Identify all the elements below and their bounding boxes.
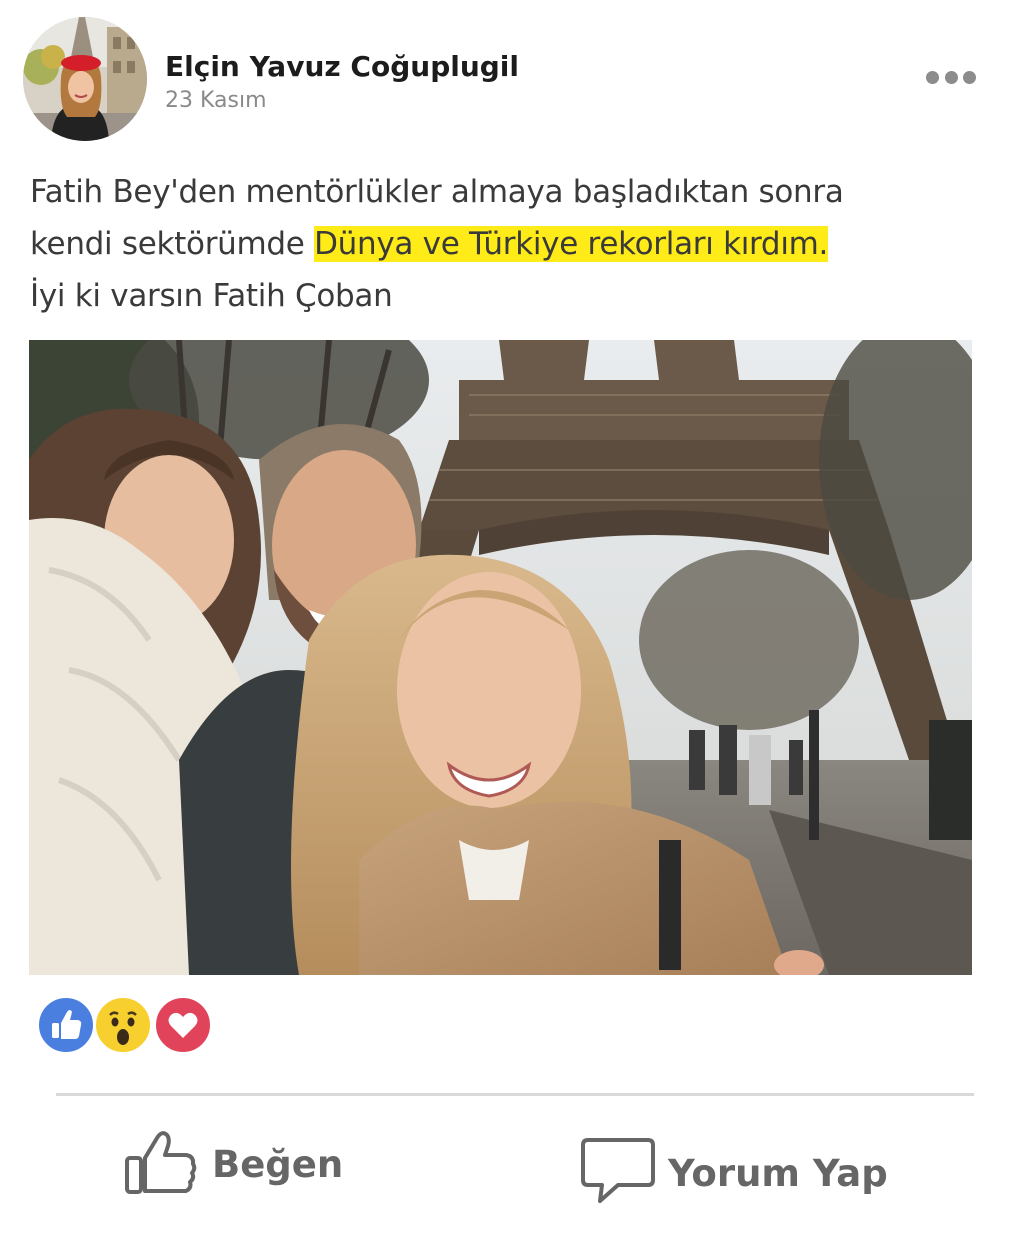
divider (56, 1093, 974, 1096)
wow-icon (94, 996, 152, 1054)
post-text-line: Fatih Bey'den mentörlükler almaya başlad… (30, 174, 844, 210)
more-dot (963, 70, 976, 84)
thumbs-up-icon (124, 1128, 200, 1201)
post-text-segment: kendi sektörümde (30, 226, 315, 262)
comment-label: Yorum Yap (668, 1152, 888, 1195)
author-avatar[interactable] (23, 17, 147, 141)
post-photo[interactable] (29, 340, 972, 975)
highlighted-text: Dünya ve Türkiye rekorları kırdım. (314, 226, 829, 262)
post-date[interactable]: 23 Kasım (165, 88, 267, 113)
speech-bubble-icon (580, 1136, 656, 1211)
more-dot (944, 70, 958, 84)
like-label: Beğen (212, 1143, 344, 1186)
like-button[interactable]: Beğen (124, 1128, 343, 1201)
author-name[interactable]: Elçin Yavuz Coğuplugil (165, 50, 519, 83)
more-dot (926, 70, 939, 84)
like-icon (37, 996, 95, 1054)
post-text: Fatih Bey'den mentörlükler almaya başlad… (30, 166, 980, 322)
comment-button[interactable]: Yorum Yap (580, 1136, 888, 1211)
reactions-summary[interactable] (37, 996, 217, 1056)
post-text-line: İyi ki varsın Fatih Çoban (30, 278, 393, 314)
more-options-icon[interactable] (926, 64, 976, 90)
love-icon (154, 996, 212, 1054)
post-text-line: kendi sektörümde Dünya ve Türkiye rekorl… (30, 218, 980, 270)
